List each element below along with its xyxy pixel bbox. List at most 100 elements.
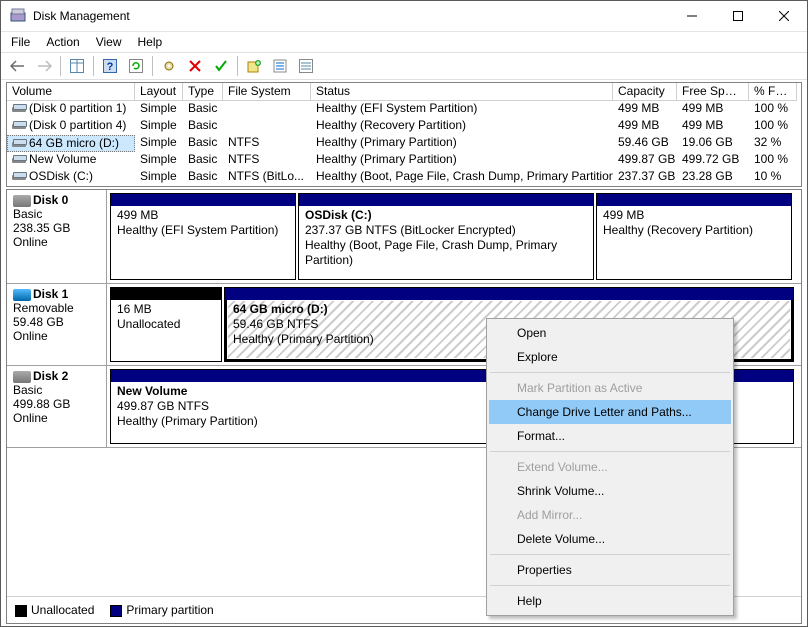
table-row[interactable]: New VolumeSimpleBasicNTFSHealthy (Primar…	[7, 152, 801, 169]
menu-item: Extend Volume...	[489, 455, 731, 479]
cell: NTFS	[223, 152, 311, 169]
menu-item[interactable]: Change Drive Letter and Paths...	[489, 400, 731, 424]
col-filesystem[interactable]: File System	[223, 83, 311, 101]
toolbar: ?	[1, 52, 807, 80]
cell: Basic	[183, 101, 223, 118]
checkmark-icon[interactable]	[209, 54, 233, 78]
partition-box[interactable]: 16 MBUnallocated	[110, 287, 222, 362]
partition-bar	[111, 194, 295, 206]
cell: Basic	[183, 118, 223, 135]
cell: 59.46 GB	[613, 135, 677, 152]
partition-body: 499 MBHealthy (Recovery Partition)	[597, 206, 791, 279]
cell: Healthy (Recovery Partition)	[311, 118, 613, 135]
menu-item: Mark Partition as Active	[489, 376, 731, 400]
col-freespace[interactable]: Free Space	[677, 83, 749, 101]
cell: 100 %	[749, 118, 797, 135]
cell: (Disk 0 partition 4)	[7, 118, 135, 135]
menu-item[interactable]: Open	[489, 321, 731, 345]
menu-item[interactable]: Explore	[489, 345, 731, 369]
partition-box[interactable]: OSDisk (C:)237.37 GB NTFS (BitLocker Enc…	[298, 193, 594, 280]
cell: NTFS	[223, 135, 311, 152]
partition-body: 499 MBHealthy (EFI System Partition)	[111, 206, 295, 279]
settings-icon[interactable]	[157, 54, 181, 78]
menu-item[interactable]: Properties	[489, 558, 731, 582]
menu-separator	[490, 554, 730, 555]
cell: 100 %	[749, 152, 797, 169]
volume-icon	[12, 121, 26, 131]
cell: Healthy (EFI System Partition)	[311, 101, 613, 118]
cell: 64 GB micro (D:)	[7, 135, 135, 152]
menu-separator	[490, 451, 730, 452]
col-pctfree[interactable]: % Free	[749, 83, 797, 101]
cell: 499 MB	[613, 101, 677, 118]
volume-table: Volume Layout Type File System Status Ca…	[6, 82, 802, 187]
volume-icon	[12, 155, 26, 165]
menu-item[interactable]: Help	[489, 589, 731, 613]
menu-action[interactable]: Action	[38, 33, 87, 51]
menu-view[interactable]: View	[88, 33, 130, 51]
list-icon[interactable]	[294, 54, 318, 78]
add-icon[interactable]	[242, 54, 266, 78]
partition-box[interactable]: 499 MBHealthy (Recovery Partition)	[596, 193, 792, 280]
cell: Simple	[135, 152, 183, 169]
table-row[interactable]: 64 GB micro (D:)SimpleBasicNTFSHealthy (…	[7, 135, 801, 152]
cell: 499 MB	[677, 101, 749, 118]
cell: 499.87 GB	[613, 152, 677, 169]
cell: NTFS (BitLo...	[223, 169, 311, 186]
cell: New Volume	[7, 152, 135, 169]
col-volume[interactable]: Volume	[7, 83, 135, 101]
cell: Simple	[135, 169, 183, 186]
col-layout[interactable]: Layout	[135, 83, 183, 101]
cell: Healthy (Primary Partition)	[311, 135, 613, 152]
delete-icon[interactable]	[183, 54, 207, 78]
table-header: Volume Layout Type File System Status Ca…	[7, 83, 801, 101]
minimize-button[interactable]	[669, 1, 715, 32]
help-icon[interactable]: ?	[98, 54, 122, 78]
volume-icon	[12, 104, 26, 114]
disk-icon	[13, 289, 31, 301]
legend-unallocated: Unallocated	[15, 603, 94, 617]
partition-body: OSDisk (C:)237.37 GB NTFS (BitLocker Enc…	[299, 206, 593, 279]
cell	[223, 101, 311, 118]
disk-info[interactable]: Disk 1Removable59.48 GBOnline	[7, 284, 107, 365]
cell: 100 %	[749, 101, 797, 118]
cell: 237.37 GB	[613, 169, 677, 186]
table-view-icon[interactable]	[65, 54, 89, 78]
cell: 499.72 GB	[677, 152, 749, 169]
cell: Healthy (Boot, Page File, Crash Dump, Pr…	[311, 169, 613, 186]
back-button[interactable]	[6, 54, 30, 78]
partition-area: 499 MBHealthy (EFI System Partition)OSDi…	[107, 190, 801, 283]
menubar: File Action View Help	[1, 32, 807, 52]
partition-bar	[225, 288, 793, 300]
close-button[interactable]	[761, 1, 807, 32]
menu-separator	[490, 372, 730, 373]
properties-icon[interactable]	[268, 54, 292, 78]
disk-info[interactable]: Disk 0Basic238.35 GBOnline	[7, 190, 107, 283]
disk-row: Disk 0Basic238.35 GBOnline499 MBHealthy …	[7, 190, 801, 284]
disk-info[interactable]: Disk 2Basic499.88 GBOnline	[7, 366, 107, 447]
cell: 499 MB	[613, 118, 677, 135]
volume-icon	[12, 172, 26, 182]
table-row[interactable]: (Disk 0 partition 4)SimpleBasicHealthy (…	[7, 118, 801, 135]
svg-text:?: ?	[107, 61, 114, 73]
cell: Basic	[183, 152, 223, 169]
col-type[interactable]: Type	[183, 83, 223, 101]
partition-box[interactable]: 499 MBHealthy (EFI System Partition)	[110, 193, 296, 280]
menu-item[interactable]: Format...	[489, 424, 731, 448]
menu-help[interactable]: Help	[130, 33, 171, 51]
cell: (Disk 0 partition 1)	[7, 101, 135, 118]
context-menu: OpenExplore Mark Partition as ActiveChang…	[486, 318, 734, 616]
partition-bar	[597, 194, 791, 206]
titlebar: Disk Management	[1, 1, 807, 32]
refresh-icon[interactable]	[124, 54, 148, 78]
menu-file[interactable]: File	[3, 33, 38, 51]
menu-item[interactable]: Delete Volume...	[489, 527, 731, 551]
forward-button[interactable]	[32, 54, 56, 78]
partition-bar	[299, 194, 593, 206]
table-row[interactable]: (Disk 0 partition 1)SimpleBasicHealthy (…	[7, 101, 801, 118]
maximize-button[interactable]	[715, 1, 761, 32]
col-status[interactable]: Status	[311, 83, 613, 101]
menu-item[interactable]: Shrink Volume...	[489, 479, 731, 503]
col-capacity[interactable]: Capacity	[613, 83, 677, 101]
table-row[interactable]: OSDisk (C:)SimpleBasicNTFS (BitLo...Heal…	[7, 169, 801, 186]
